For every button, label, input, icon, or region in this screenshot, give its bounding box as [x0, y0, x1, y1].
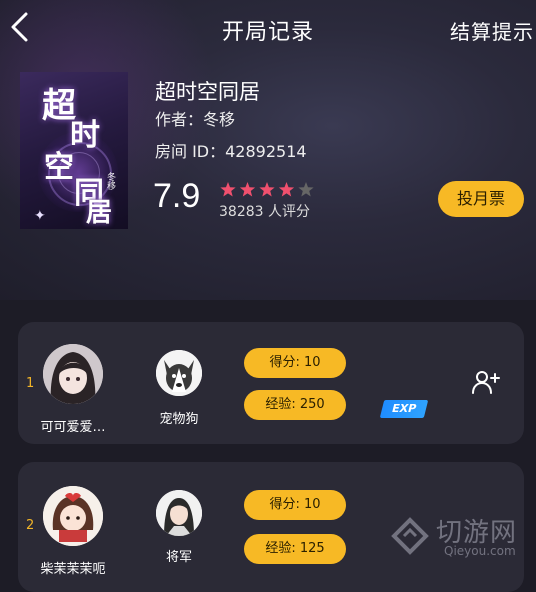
player-card: 1 可可爱爱… 宠物狗 得分: 10 经验: 250 EXP: [18, 322, 524, 444]
qieyou-logo-icon: [391, 517, 429, 555]
book-score: 7.9: [153, 177, 201, 215]
player-rank: 1: [26, 376, 35, 391]
pet-avatar[interactable]: [156, 350, 202, 396]
avatar[interactable]: [43, 486, 103, 546]
player-name: 柴茉茉茉呃: [40, 562, 106, 577]
cover-title-char: 时: [70, 118, 100, 153]
score-pill: 得分: 10: [244, 490, 346, 520]
star-icon: [259, 182, 275, 197]
star-icon: [298, 182, 314, 197]
settlement-tips-link[interactable]: 结算提示: [450, 16, 534, 45]
rating-stars: [220, 182, 314, 197]
add-friend-icon[interactable]: [470, 368, 500, 398]
pet-name: 宠物狗: [159, 412, 199, 427]
pet-avatar[interactable]: [156, 490, 202, 536]
pet-name: 将军: [165, 550, 192, 565]
monthly-vote-button[interactable]: 投月票: [438, 181, 524, 217]
rating-count: 38283 人评分: [219, 204, 310, 220]
exp-pill: 经验: 125: [244, 534, 346, 564]
cover-author: 冬移: [105, 172, 115, 190]
score-pill: 得分: 10: [244, 348, 346, 378]
star-icon: [220, 182, 236, 197]
room-id: 房间 ID：42892514: [155, 142, 307, 161]
watermark: 切游网 Qieyou.com: [388, 512, 534, 566]
exp-badge: EXP: [379, 400, 429, 418]
book-cover[interactable]: 超 时 空 同 居 冬移 ✦: [20, 72, 128, 229]
cover-title-char: 居: [86, 198, 113, 228]
anime-girl-avatar-icon: [43, 344, 103, 404]
star-icon: [239, 182, 256, 197]
exp-pill: 经验: 250: [244, 390, 346, 420]
book-header: 开局记录 结算提示 超 时 空 同 居 冬移 ✦ 超时空同居 作者：冬移 房间 …: [0, 0, 536, 300]
husky-dog-icon: [156, 350, 202, 396]
player-rank: 2: [26, 518, 35, 533]
cover-title-char: 空: [44, 150, 74, 185]
avatar[interactable]: [43, 344, 103, 404]
watermark-sub: Qieyou.com: [444, 544, 516, 558]
star-icon: [278, 182, 295, 197]
book-author: 作者：冬移: [155, 110, 236, 129]
butterfly-icon: ✦: [34, 208, 46, 224]
general-character-icon: [156, 490, 202, 536]
cartoon-girl-avatar-icon: [43, 486, 103, 546]
book-title: 超时空同居: [155, 80, 260, 104]
player-name: 可可爱爱…: [40, 420, 106, 435]
